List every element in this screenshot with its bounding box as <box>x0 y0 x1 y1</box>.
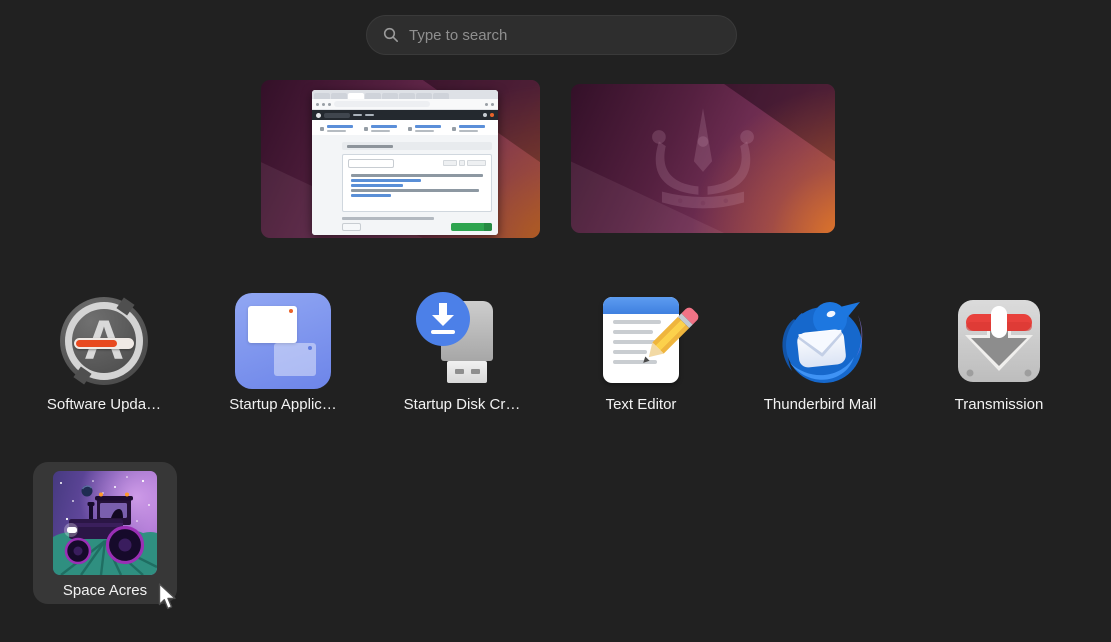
workspace-thumbnail-2[interactable] <box>571 84 835 233</box>
app-tile-thunderbird[interactable]: Thunderbird Mail <box>748 293 892 413</box>
gnome-activities-overview: Type to search <box>0 0 1111 642</box>
page-secondary-button <box>342 223 361 231</box>
app-tile-transmission[interactable]: Transmission <box>927 293 1071 413</box>
site-header <box>312 110 498 120</box>
browser-tab-strip <box>312 90 498 99</box>
search-icon <box>383 27 399 43</box>
workspace-thumbnail-1[interactable] <box>261 80 540 238</box>
app-tile-space-acres[interactable]: Space Acres <box>33 462 177 604</box>
browser-url-bar <box>312 99 498 110</box>
app-label: Transmission <box>955 396 1044 413</box>
app-tile-startup-applications[interactable]: Startup Applic… <box>211 293 355 413</box>
startup-disk-creator-icon <box>414 293 510 389</box>
transmission-icon <box>951 293 1047 389</box>
space-acres-icon <box>53 471 157 575</box>
search-input[interactable]: Type to search <box>366 15 737 55</box>
app-label: Startup Applic… <box>229 396 337 413</box>
page-primary-button <box>451 223 492 231</box>
thunderbird-mail-icon <box>772 293 868 389</box>
browser-window-thumbnail[interactable] <box>312 90 498 235</box>
startup-applications-icon <box>235 293 331 389</box>
app-label: Text Editor <box>606 396 677 413</box>
app-label: Software Upda… <box>47 396 161 413</box>
search-placeholder: Type to search <box>409 27 507 44</box>
app-tile-software-updater[interactable]: A Software Upda… <box>32 293 176 413</box>
site-page-body <box>312 135 498 235</box>
app-label: Startup Disk Cr… <box>404 396 521 413</box>
software-updater-icon: A <box>56 293 152 389</box>
mouse-cursor <box>158 583 180 613</box>
app-tile-text-editor[interactable]: Text Editor <box>569 293 713 413</box>
ubuntu-crown-watermark <box>619 102 787 216</box>
app-label: Thunderbird Mail <box>764 396 877 413</box>
text-editor-icon <box>593 293 689 389</box>
app-label: Space Acres <box>63 582 147 599</box>
app-tile-startup-disk-creator[interactable]: Startup Disk Cr… <box>390 293 534 413</box>
